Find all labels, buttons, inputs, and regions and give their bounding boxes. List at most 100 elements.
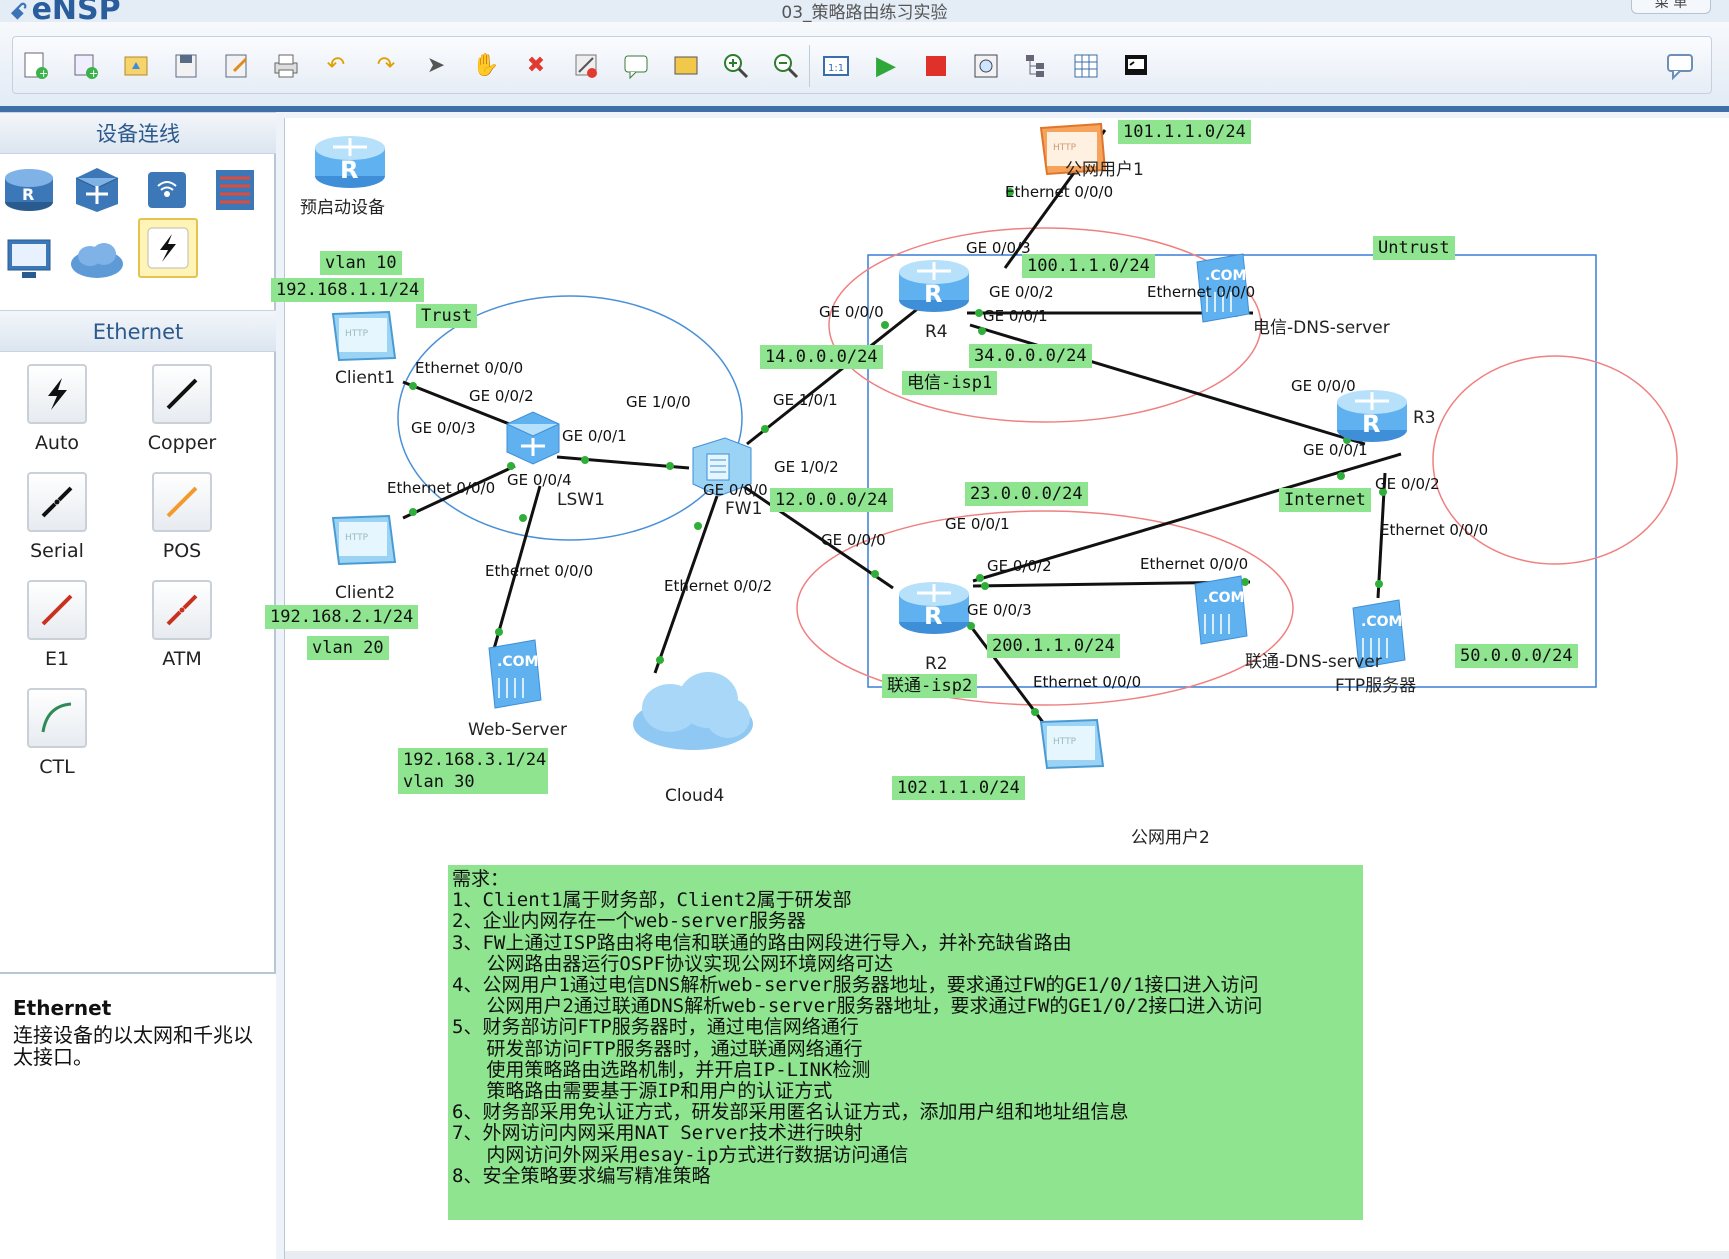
- port-label: Ethernet 0/0/0: [1140, 555, 1249, 573]
- port-label: GE 0/0/2: [469, 387, 534, 405]
- svg-text:R: R: [340, 156, 358, 184]
- untrust-zone-tag: Untrust: [1373, 236, 1455, 260]
- svg-text:R: R: [924, 602, 942, 630]
- new-device-icon[interactable]: +: [69, 49, 103, 83]
- ftp-server-label: FTP服务器: [1335, 676, 1417, 696]
- web-server-label: Web-Server: [468, 720, 567, 740]
- topology-canvas[interactable]: R 预启动设备 vlan 10 192.168.1.1/24 Trust HTT…: [265, 118, 1729, 1259]
- requirements-note[interactable]: 需求： 1、Client1属于财务部，Client2属于研发部 2、企业内网存在…: [448, 865, 1363, 1220]
- port-label: GE 0/0/1: [562, 427, 627, 445]
- preboot-label: 预启动设备: [300, 198, 385, 218]
- copper-link-icon[interactable]: [152, 364, 212, 424]
- cloud4-label: Cloud4: [665, 786, 725, 806]
- svg-text:.COM: .COM: [1203, 590, 1244, 606]
- port-label: GE 1/0/1: [773, 391, 838, 409]
- capture-icon[interactable]: [969, 49, 1003, 83]
- internet-tag: Internet: [1279, 488, 1371, 512]
- svg-text:+: +: [89, 67, 98, 80]
- vlan30-tag: vlan 30: [398, 770, 548, 794]
- e1-link-icon[interactable]: [27, 580, 87, 640]
- ctl-link-icon[interactable]: [27, 688, 87, 748]
- chat-icon[interactable]: [1663, 49, 1697, 83]
- port-label: GE 1/0/0: [626, 393, 691, 411]
- undo-icon[interactable]: ↶: [319, 49, 353, 83]
- port-label: GE 0/0/1: [945, 515, 1010, 533]
- r3-label: R3: [1413, 408, 1436, 428]
- horizontal-scrollbar[interactable]: [285, 1251, 1729, 1259]
- switch-category-icon[interactable]: [68, 160, 126, 218]
- auto-link-icon[interactable]: [27, 364, 87, 424]
- net-50-tag: 50.0.0.0/24: [1455, 644, 1578, 668]
- svg-text:.COM: .COM: [1205, 268, 1246, 284]
- net-14-tag: 14.0.0.0/24: [760, 345, 883, 369]
- window-title: 03_策略路由练习实验: [781, 3, 948, 23]
- net-102-tag: 102.1.1.0/24: [892, 776, 1025, 800]
- delete-link-icon[interactable]: [569, 49, 603, 83]
- router-category-icon[interactable]: R: [0, 160, 58, 218]
- svg-text:HTTP: HTTP: [1053, 143, 1077, 153]
- svg-text:HTTP: HTTP: [1053, 737, 1077, 747]
- pos-link-icon[interactable]: [152, 472, 212, 532]
- stop-device-icon[interactable]: [919, 49, 953, 83]
- open-icon[interactable]: [119, 49, 153, 83]
- svg-text:1:1: 1:1: [828, 63, 844, 74]
- save-icon[interactable]: [169, 49, 203, 83]
- new-topology-icon[interactable]: +: [19, 49, 53, 83]
- client2-subnet-tag: 192.168.2.1/24: [265, 605, 419, 629]
- toolbar-strip: + + ↶ ↷ ➤ ✋ ✖ 1:1 ▶: [12, 36, 1712, 94]
- serial-link-icon[interactable]: [27, 472, 87, 532]
- svg-text:HTTP: HTTP: [345, 533, 369, 543]
- atm-link-icon[interactable]: [152, 580, 212, 640]
- topology-tree-icon[interactable]: [1019, 49, 1053, 83]
- save-as-icon[interactable]: [219, 49, 253, 83]
- trust-zone-tag: Trust: [416, 304, 478, 328]
- pos-link-label: POS: [162, 540, 202, 562]
- port-label: GE 0/0/0: [819, 303, 884, 321]
- port-label: GE 0/0/1: [983, 307, 1048, 325]
- select-pointer-icon[interactable]: ➤: [419, 49, 453, 83]
- port-label: GE 0/0/3: [966, 239, 1031, 257]
- firewall-category-icon[interactable]: [206, 160, 264, 218]
- port-label: Ethernet 0/0/0: [1380, 521, 1489, 539]
- link-category-icon[interactable]: [138, 218, 198, 278]
- redo-icon[interactable]: ↷: [369, 49, 403, 83]
- r2-label: R2: [925, 654, 948, 674]
- text-comment-icon[interactable]: [619, 49, 653, 83]
- ctl-link-label: CTL: [39, 756, 75, 778]
- description-title: Ethernet: [13, 996, 112, 1020]
- web-subnet-tag: 192.168.3.1/24: [398, 748, 548, 772]
- palette-icon[interactable]: [669, 49, 703, 83]
- grid-table-icon[interactable]: [1069, 49, 1103, 83]
- fit-view-icon[interactable]: 1:1: [819, 49, 853, 83]
- port-label: GE 0/0/0: [821, 531, 886, 549]
- net-200-tag: 200.1.1.0/24: [987, 634, 1120, 658]
- port-label: GE 0/0/2: [987, 557, 1052, 575]
- port-label: GE 0/0/0: [703, 481, 768, 499]
- print-icon[interactable]: [269, 49, 303, 83]
- atm-link-label: ATM: [162, 648, 202, 670]
- svg-text:HTTP: HTTP: [345, 329, 369, 339]
- zoom-in-icon[interactable]: [719, 49, 753, 83]
- console-icon[interactable]: [1119, 49, 1153, 83]
- delete-icon[interactable]: ✖: [519, 49, 553, 83]
- start-device-icon[interactable]: ▶: [869, 49, 903, 83]
- port-label: Ethernet 0/0/0: [1033, 673, 1142, 691]
- pc-category-icon[interactable]: [0, 230, 58, 288]
- pan-hand-icon[interactable]: ✋: [469, 49, 503, 83]
- cloud-category-icon[interactable]: [68, 230, 126, 288]
- menu-button[interactable]: 菜 单: [1631, 0, 1711, 14]
- port-label: GE 0/0/0: [1291, 377, 1356, 395]
- toolbar: + + ↶ ↷ ➤ ✋ ✖ 1:1 ▶: [0, 22, 1729, 112]
- svg-text:R: R: [1362, 410, 1380, 438]
- client1-label: Client1: [335, 368, 396, 388]
- device-panel: 设备连线 R Ethernet Auto Copper Serial POS E…: [0, 112, 276, 1259]
- port-label: GE 0/0/1: [1303, 441, 1368, 459]
- svg-text:.COM: .COM: [1361, 614, 1402, 630]
- vlan10-tag: vlan 10: [320, 251, 402, 275]
- fw1-label: FW1: [725, 499, 763, 519]
- wireless-category-icon[interactable]: [138, 160, 196, 218]
- zoom-out-icon[interactable]: [769, 49, 803, 83]
- net-100-tag: 100.1.1.0/24: [1022, 254, 1155, 278]
- port-label: Ethernet 0/0/0: [485, 562, 594, 580]
- description-box: Ethernet 连接设备的以太网和千兆以太接口。: [0, 972, 276, 1259]
